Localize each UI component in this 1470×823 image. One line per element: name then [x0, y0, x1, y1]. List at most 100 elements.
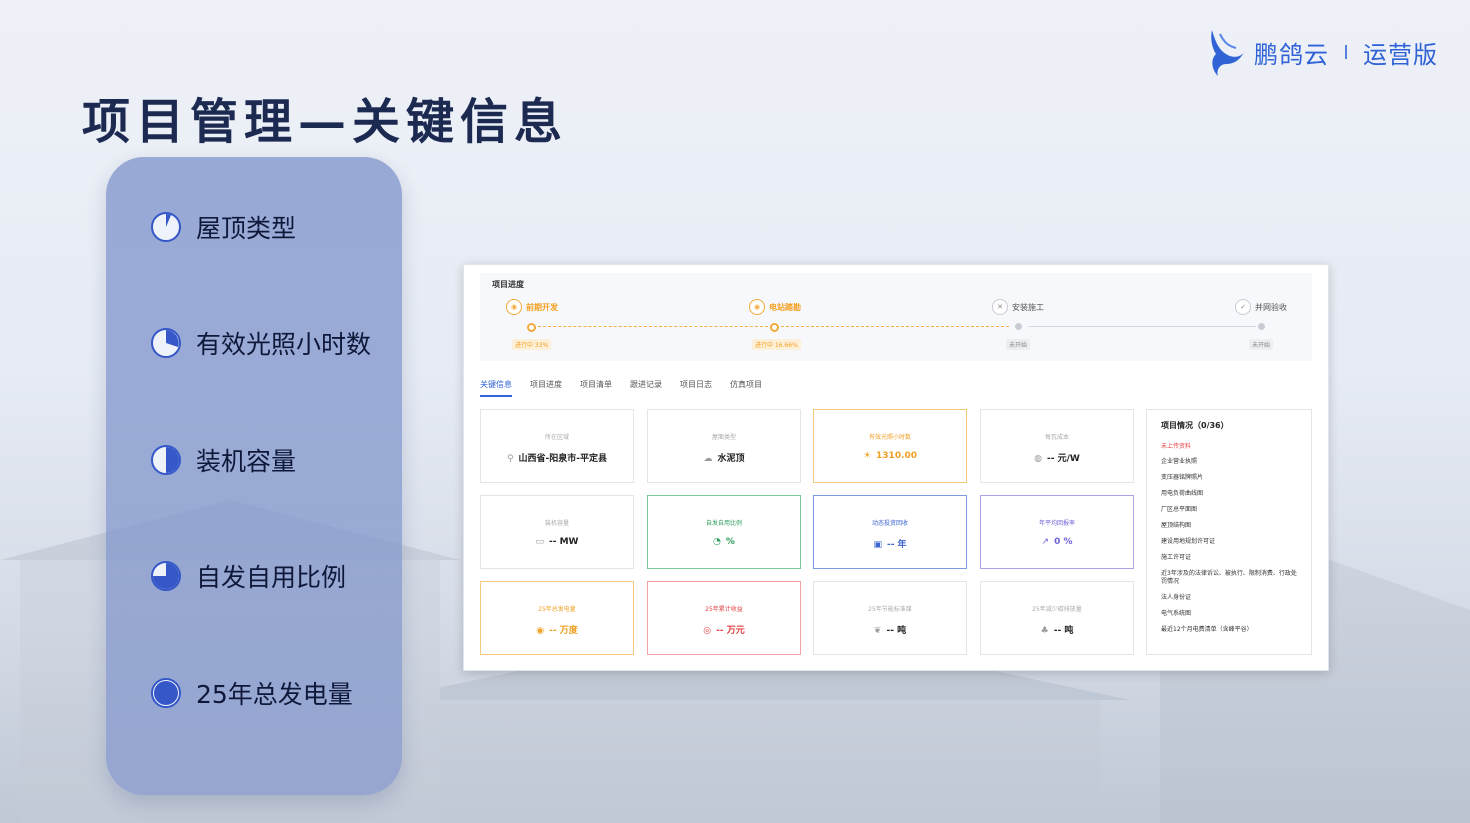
pie-half-icon: [151, 445, 181, 475]
tab-follow-up[interactable]: 跟进记录: [630, 379, 662, 397]
progress-track: [1028, 326, 1256, 327]
card-title: 所在区域: [544, 434, 569, 441]
card-title: 装机容量: [544, 520, 569, 527]
stage-installation[interactable]: ✕ 安装施工: [992, 299, 1044, 315]
card-value: ☀ 1310.00: [862, 451, 918, 461]
survey-icon: ◉: [749, 299, 765, 315]
card-title: 每瓦成本: [1044, 434, 1069, 441]
sidebar-item-label: 有效光照小时数: [196, 330, 372, 359]
leaf-icon: ❦: [873, 626, 882, 636]
pie-full-icon: [151, 678, 181, 708]
bolt-icon: ◉: [536, 626, 545, 636]
app-screenshot: 项目进度 ◉ 前期开发 ◉ 电站踏勘 ✕ 安装施工 ✓ 并网验收 进行中 33%…: [463, 264, 1329, 671]
card-title: 年平均回报率: [1038, 520, 1075, 527]
card-region: 所在区域 ⚲ 山西省-阳泉市-平定县: [480, 409, 634, 483]
tree-icon: ♣: [1040, 626, 1049, 636]
tab-key-info[interactable]: 关键信息: [480, 379, 512, 397]
doc-item[interactable]: 最近12个月电费清单（含峰平谷）: [1161, 626, 1297, 634]
card-value: ⚲ 山西省-阳泉市-平定县: [506, 454, 608, 464]
card-carbon-reduction: 25年减少碳排放量 ♣ -- 吨: [980, 581, 1134, 655]
doc-item[interactable]: 近3年涉及的法律诉讼、被执行、限制消费、行政处罚情况: [1161, 570, 1297, 586]
card-total-income: 25年累计收益 ◎ -- 万元: [647, 581, 801, 655]
stage-dot: [527, 323, 536, 332]
docs-missing-label: 未上传资料: [1161, 443, 1192, 450]
doc-item[interactable]: 电气系统图: [1161, 610, 1297, 618]
doc-item[interactable]: 法人身份证: [1161, 594, 1297, 602]
stage-early-dev[interactable]: ◉ 前期开发: [506, 299, 558, 315]
coin-icon: ◍: [1034, 454, 1043, 464]
card-coal-saving: 25年节能标准煤 ❦ -- 吨: [813, 581, 967, 655]
card-title: 25年减少碳排放量: [1032, 606, 1082, 613]
card-title: 有效光照小时数: [868, 434, 911, 441]
page-title: 项目管理—关键信息: [82, 94, 569, 150]
tab-log[interactable]: 项目日志: [680, 379, 712, 397]
pie-third-icon: [151, 328, 181, 358]
person-icon: ◉: [506, 299, 522, 315]
pie-chart-icon: ◔: [713, 537, 721, 547]
card-title: 自发自用比例: [705, 520, 742, 527]
card-value: ◍ -- 元/W: [1034, 454, 1080, 464]
card-value: ↗ 0 %: [1041, 537, 1073, 547]
key-info-sidebar: 屋顶类型 有效光照小时数 装机容量 自发自用比例 25年总发电量: [106, 157, 402, 795]
card-title: 屋面类型: [711, 434, 736, 441]
card-self-use-ratio: 自发自用比例 ◔%: [647, 495, 801, 569]
sun-icon: ☀: [862, 451, 872, 461]
stage-site-survey[interactable]: ◉ 电站踏勘: [749, 299, 801, 315]
battery-icon: ▭: [535, 537, 544, 547]
tools-icon: ✕: [992, 299, 1008, 315]
sidebar-item-label: 屋顶类型: [196, 214, 297, 243]
doc-item[interactable]: 厂区总平面图: [1161, 506, 1297, 514]
project-docs-panel: 项目情况（0/36） 未上传资料 企业营业执照 变压器铭牌照片 用电负荷曲线图 …: [1146, 409, 1312, 655]
doc-item[interactable]: 变压器铭牌照片: [1161, 474, 1297, 482]
progress-title: 项目进度: [492, 280, 524, 289]
card-value: ☁ 水泥顶: [703, 454, 745, 464]
project-progress: 项目进度 ◉ 前期开发 ◉ 电站踏勘 ✕ 安装施工 ✓ 并网验收 进行中 33%…: [480, 273, 1312, 361]
brand-divider: [1345, 45, 1347, 59]
stage-name: 并网验收: [1255, 302, 1287, 312]
stage-status: 未开始: [1249, 339, 1274, 350]
sidebar-item-capacity: 装机容量: [150, 442, 296, 478]
doc-item[interactable]: 企业营业执照: [1161, 458, 1297, 466]
stage-dot: [1015, 323, 1022, 330]
card-total-generation: 25年总发电量 ◉ -- 万度: [480, 581, 634, 655]
sidebar-item-self-use-ratio: 自发自用比例: [150, 558, 346, 594]
tab-progress[interactable]: 项目进度: [530, 379, 562, 397]
docs-title: 项目情况（0/36）: [1161, 421, 1229, 430]
stage-name: 前期开发: [526, 302, 558, 312]
pie-quarter-icon: [151, 212, 181, 242]
stage-dot: [770, 323, 779, 332]
stage-name: 安装施工: [1012, 302, 1044, 312]
tab-simulation[interactable]: 仿真项目: [730, 379, 762, 397]
card-value: ◉ -- 万度: [536, 626, 578, 636]
card-value: ▣ -- 年: [873, 540, 907, 550]
detail-tabs: 关键信息 项目进度 项目清单 跟进记录 项目日志 仿真项目: [480, 379, 762, 397]
card-value: ◔%: [713, 537, 735, 547]
tab-checklist[interactable]: 项目清单: [580, 379, 612, 397]
card-capacity: 装机容量 ▭ -- MW: [480, 495, 634, 569]
sidebar-item-roof-type: 屋顶类型: [150, 209, 296, 245]
card-value: ♣ -- 吨: [1040, 626, 1074, 636]
stage-name: 电站踏勘: [769, 302, 801, 312]
card-roof-type: 屋面类型 ☁ 水泥顶: [647, 409, 801, 483]
stage-status: 未开始: [1006, 339, 1031, 350]
bird-logo-icon: [1211, 30, 1244, 76]
stage-grid-acceptance[interactable]: ✓ 并网验收: [1235, 299, 1287, 315]
card-value: ◎ -- 万元: [703, 626, 745, 636]
card-title: 25年累计收益: [705, 606, 743, 613]
doc-item[interactable]: 用电负荷曲线图: [1161, 490, 1297, 498]
doc-item[interactable]: 建设用地规划许可证: [1161, 538, 1297, 546]
location-icon: ⚲: [506, 454, 514, 464]
card-cost-per-watt: 每瓦成本 ◍ -- 元/W: [980, 409, 1134, 483]
stage-status: 进行中 16.66%: [752, 339, 801, 350]
sidebar-item-sun-hours: 有效光照小时数: [150, 325, 371, 361]
sidebar-item-label: 装机容量: [196, 447, 297, 476]
sidebar-item-label: 自发自用比例: [196, 563, 347, 592]
doc-item[interactable]: 施工许可证: [1161, 554, 1297, 562]
card-sun-hours: 有效光照小时数 ☀ 1310.00: [813, 409, 967, 483]
brand-edition: 运营版: [1363, 40, 1438, 69]
cloud-icon: ☁: [703, 454, 713, 464]
progress-track: [538, 326, 768, 328]
sidebar-item-label: 25年总发电量: [196, 680, 353, 709]
doc-item[interactable]: 屋顶结构图: [1161, 522, 1297, 530]
check-doc-icon: ✓: [1235, 299, 1251, 315]
